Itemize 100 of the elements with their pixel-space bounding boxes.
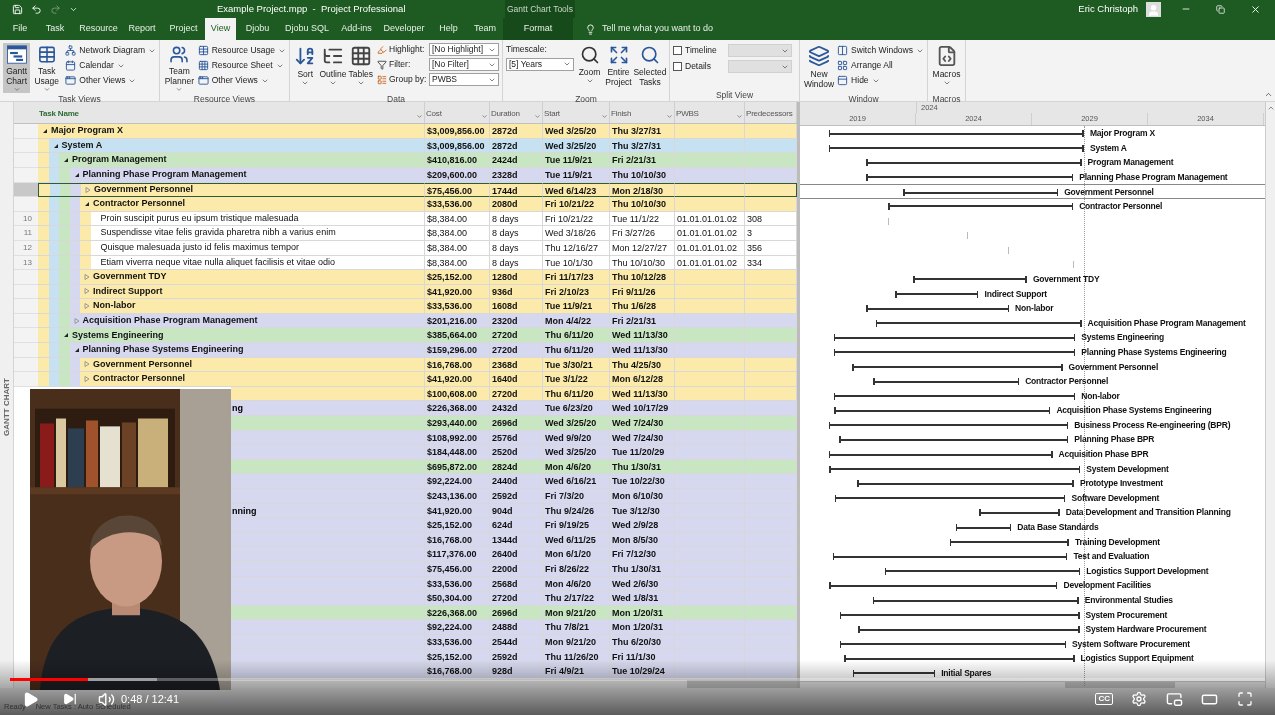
- field-label: Filter:: [389, 58, 411, 71]
- table-cell: Wed 11/13/30: [610, 328, 675, 344]
- table-cell: Thu 1/6/28: [610, 299, 675, 314]
- timescale-label: Timescale:: [506, 43, 548, 56]
- window-button[interactable]: Switch Windows: [837, 43, 924, 58]
- column-header[interactable]: Task Name: [38, 102, 425, 124]
- new-window-button[interactable]: New Window: [803, 43, 836, 93]
- ribbon-tab[interactable]: Project: [162, 18, 205, 40]
- task-name-cell: Planning Phase Program Management: [69, 167, 247, 182]
- bar-label: Major Program X: [1089, 127, 1155, 140]
- window-button[interactable]: Hide: [837, 73, 924, 88]
- dropdown[interactable]: [No Filter]: [429, 58, 499, 71]
- captions-button[interactable]: CC: [1095, 693, 1113, 705]
- bar-label: Software Development: [1071, 491, 1160, 505]
- table-cell: $33,536.00: [425, 197, 490, 212]
- table-cell: Thu 6/11/20: [543, 328, 610, 344]
- dropdown[interactable]: [No Highlight]: [429, 43, 499, 56]
- table-cell: Tue 10/22/30: [610, 474, 675, 489]
- window-button[interactable]: Arrange All: [837, 58, 924, 73]
- table-cell: Wed 7/24/30: [610, 416, 675, 431]
- bar-label: Training Development: [1075, 535, 1160, 549]
- column-header[interactable]: Start: [543, 102, 610, 124]
- column-header[interactable]: Finish: [610, 102, 675, 124]
- ribbon-tab[interactable]: Djobu: [236, 18, 279, 40]
- table-cell: Tue 11/9/21: [543, 153, 610, 168]
- task-name-cell: Government Personnel: [81, 183, 194, 197]
- ribbon-tab[interactable]: Task: [35, 18, 75, 40]
- column-header[interactable]: PWBS: [675, 102, 745, 124]
- bar-label: System Hardware Procurement: [1085, 623, 1207, 637]
- table-cell: Wed 11/13/30: [610, 343, 675, 358]
- table-cell: 3: [745, 226, 797, 241]
- group-label: Data: [386, 93, 406, 105]
- view-button[interactable]: Resource Sheet: [197, 58, 286, 73]
- zoom-button[interactable]: Selected Tasks: [634, 43, 666, 93]
- table-cell: Fri 4/9/21: [543, 664, 610, 679]
- bar-label: Non-labor: [1015, 302, 1054, 316]
- data-button[interactable]: Outline: [319, 43, 347, 93]
- tell-me-field[interactable]: Tell me what you want to do: [602, 22, 714, 36]
- column-header[interactable]: Duration: [490, 102, 543, 124]
- table-cell: $117,376.00: [425, 547, 490, 562]
- bar-label: Acquisition Phase Program Management: [1087, 316, 1246, 330]
- table-cell: Tue 11/9/21: [543, 299, 610, 314]
- task-name-cell-text: Quisque malesuada justo id felis maximus tempor: [99, 240, 300, 254]
- table-cell: 2520d: [490, 445, 543, 460]
- table-cell: 2720d: [490, 328, 543, 344]
- bar-label: Non-labor: [1081, 389, 1120, 403]
- bar-label: Acquisition Phase BPR: [1058, 448, 1149, 462]
- table-cell: Thu 10/12/28: [610, 270, 675, 285]
- ribbon-tab[interactable]: Resource: [75, 18, 122, 40]
- team-planner-button[interactable]: Team Planner: [163, 43, 196, 93]
- table-cell: Thu 7/8/21: [543, 620, 610, 635]
- bar-label: Development Facilities: [1063, 579, 1152, 593]
- task-name-cell: Systems Engineering: [59, 328, 164, 343]
- bar-label: Acquisition Phase Systems Engineering: [1056, 404, 1212, 418]
- bar-label: System Procurement: [1085, 608, 1168, 622]
- table-cell: Fri 2/21/31: [610, 153, 675, 168]
- table-cell: Fri 7/3/20: [543, 489, 610, 504]
- view-button[interactable]: Network Diagram: [65, 43, 156, 58]
- table-cell: 1280d: [490, 270, 543, 285]
- bar-label: Contractor Personnel: [1025, 375, 1109, 389]
- ribbon-tab[interactable]: Djobu SQL: [279, 18, 335, 40]
- ribbon-tab[interactable]: Format: [503, 18, 573, 40]
- ribbon-tab[interactable]: File: [5, 18, 35, 40]
- bar-label: System Software Procurement: [1072, 637, 1190, 651]
- task-name-cell: Contractor Personnel: [80, 197, 186, 211]
- timescale-dropdown[interactable]: [5] Years: [506, 57, 574, 71]
- zoom-button[interactable]: Entire Project: [605, 43, 632, 93]
- view-button[interactable]: Resource Usage: [197, 43, 286, 58]
- gantt-chart-button[interactable]: Gantt Chart: [3, 43, 31, 93]
- table-cell: 2424d: [490, 153, 543, 168]
- table-cell: 1640d: [490, 372, 543, 387]
- task-name-cell: System A: [48, 138, 103, 153]
- zoom-button[interactable]: Zoom: [576, 43, 603, 93]
- ribbon-tab[interactable]: Add-ins: [335, 18, 378, 40]
- view-button[interactable]: Calendar: [65, 58, 156, 73]
- table-cell: Thu 6/11/20: [543, 343, 610, 358]
- table-cell: Wed 10/17/29: [610, 401, 675, 417]
- bar-label: System Development: [1086, 462, 1169, 476]
- table-cell: $16,768.00: [425, 664, 490, 679]
- view-button[interactable]: Other Views: [65, 73, 156, 88]
- table-cell: Tue 6/23/20: [543, 401, 610, 417]
- column-header[interactable]: Cost: [425, 102, 490, 124]
- task-usage-button[interactable]: Task Usage: [32, 43, 62, 93]
- table-cell: 2720d: [490, 343, 543, 358]
- ribbon-tab[interactable]: View: [205, 18, 236, 40]
- ribbon-tab[interactable]: Developer: [378, 18, 430, 40]
- data-button[interactable]: Sort: [293, 43, 318, 93]
- dropdown[interactable]: PWBS: [429, 73, 499, 86]
- ribbon-tab[interactable]: Help: [430, 18, 467, 40]
- ribbon-tab[interactable]: Team: [467, 18, 503, 40]
- table-cell: Fri 11/17/23: [543, 270, 610, 285]
- ribbon-tab[interactable]: Report: [122, 18, 162, 40]
- table-cell: 2592d: [490, 489, 543, 504]
- bar-label: Government Personnel: [1068, 360, 1159, 374]
- bar-label: System A: [1089, 141, 1127, 155]
- data-button[interactable]: Tables: [348, 43, 373, 93]
- table-cell: Fri 10/21/22: [543, 197, 610, 212]
- view-button[interactable]: Other Views: [197, 73, 286, 88]
- macros-button[interactable]: Macros: [931, 43, 962, 93]
- group-label: Resource Views: [192, 93, 257, 105]
